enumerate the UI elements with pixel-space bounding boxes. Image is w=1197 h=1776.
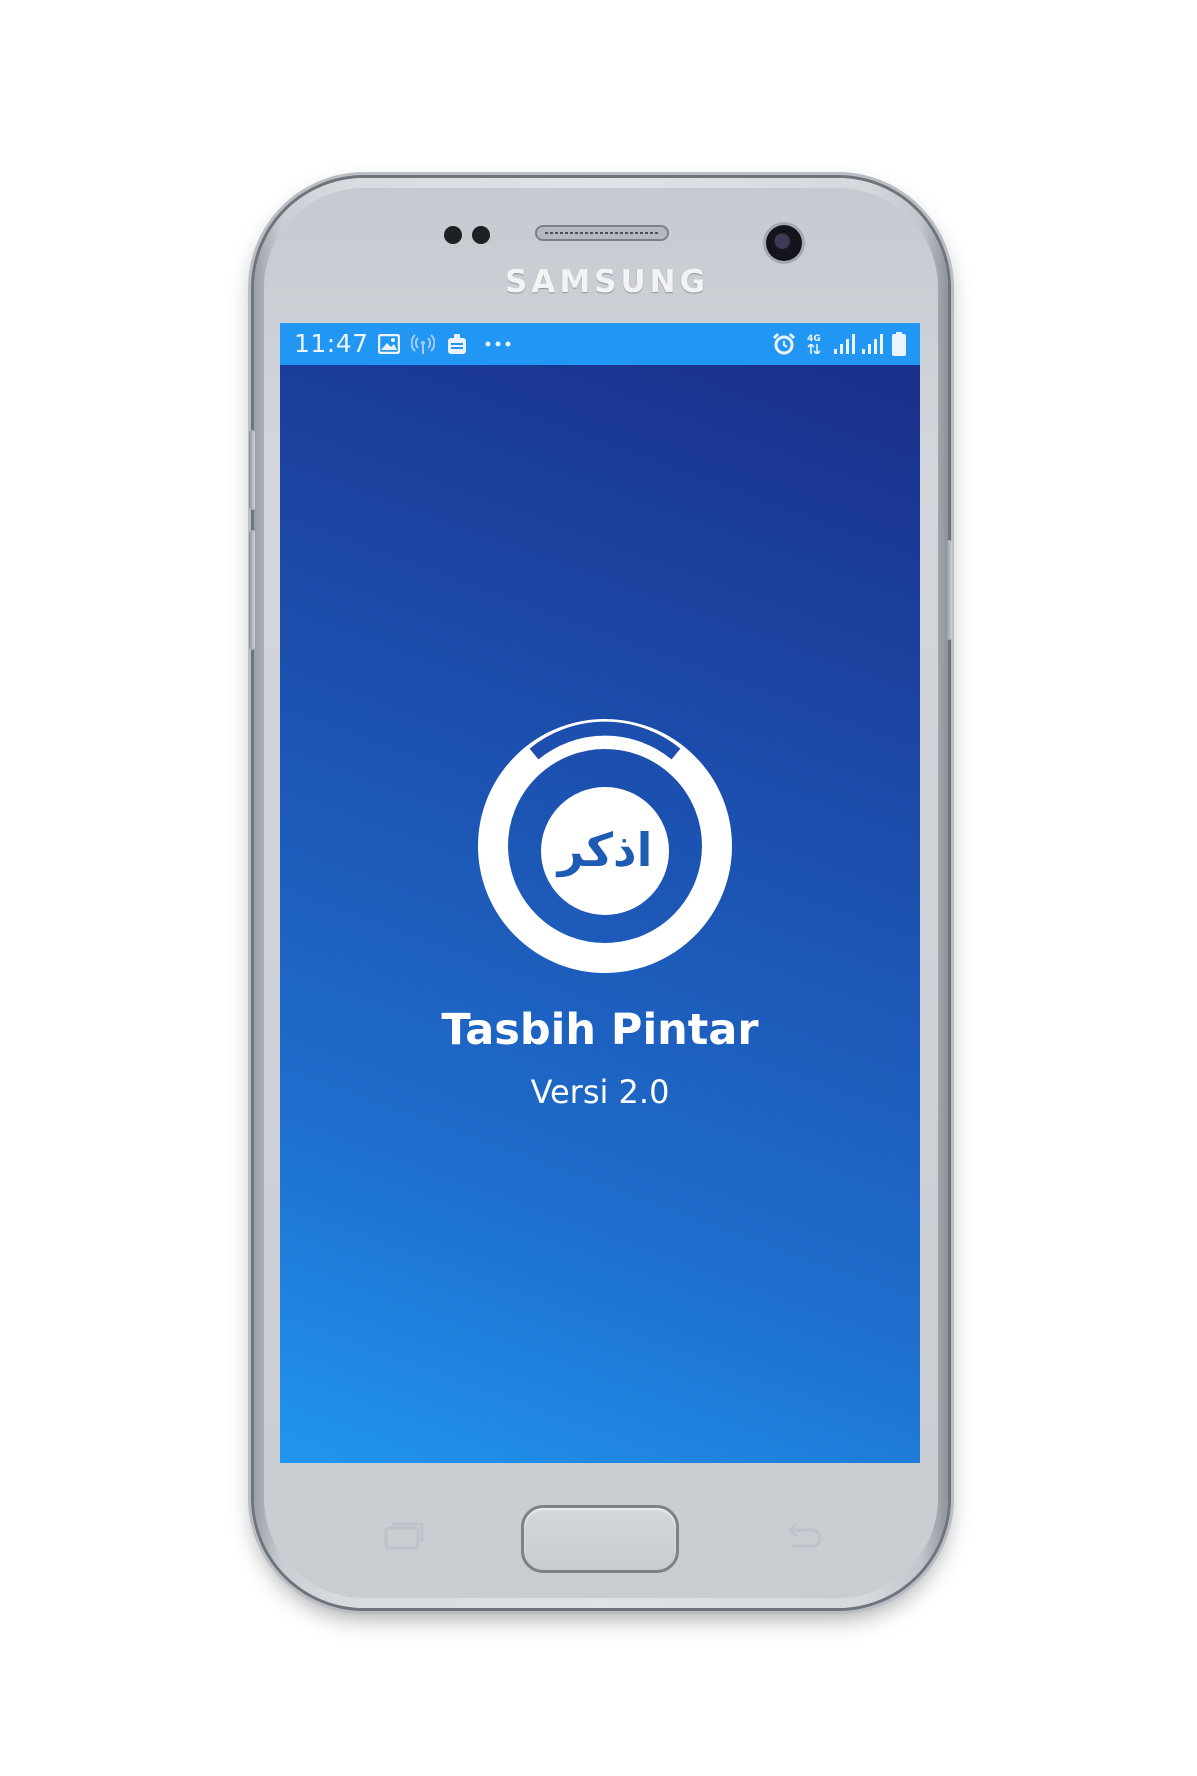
app-version: Versi 2.0: [530, 1073, 670, 1111]
recent-apps-icon[interactable]: [378, 1516, 428, 1556]
app-logo: اذكر: [470, 711, 740, 981]
4g-icon: 4G: [803, 333, 825, 355]
proximity-sensor: [444, 226, 462, 244]
hotspot-icon: [411, 333, 435, 355]
alarm-icon: [772, 332, 796, 355]
volume-button-lower: [249, 530, 255, 650]
app-name: Tasbih Pintar: [441, 1005, 759, 1055]
battery-icon: [891, 332, 907, 356]
volume-button: [249, 430, 255, 510]
signal-1-icon: [832, 333, 856, 355]
more-dots-icon: [485, 333, 511, 355]
app-notification-icon: [446, 333, 468, 355]
power-button: [946, 540, 952, 640]
status-time: 11:47: [294, 329, 369, 358]
home-button[interactable]: [521, 1505, 679, 1573]
signal-2-icon: [860, 333, 884, 355]
status-bar: 11:47 4G: [280, 323, 920, 365]
network-type-label: 4G: [807, 334, 821, 344]
front-camera: [766, 225, 802, 261]
logo-arabic-text: اذكر: [557, 823, 653, 877]
splash-screen[interactable]: 11:47 4G اذكر Tasbih Pintar Versi 2.0: [280, 323, 920, 1463]
brand-logo: SAMSUNG: [505, 264, 710, 300]
light-sensor: [472, 226, 490, 244]
back-icon[interactable]: [778, 1516, 828, 1556]
mockup-stage: SAMSUNG 11:47 4G اذكر Tasbih Pintar Vers…: [0, 0, 1197, 1776]
gallery-icon: [377, 333, 401, 355]
earpiece-speaker: [535, 225, 669, 241]
